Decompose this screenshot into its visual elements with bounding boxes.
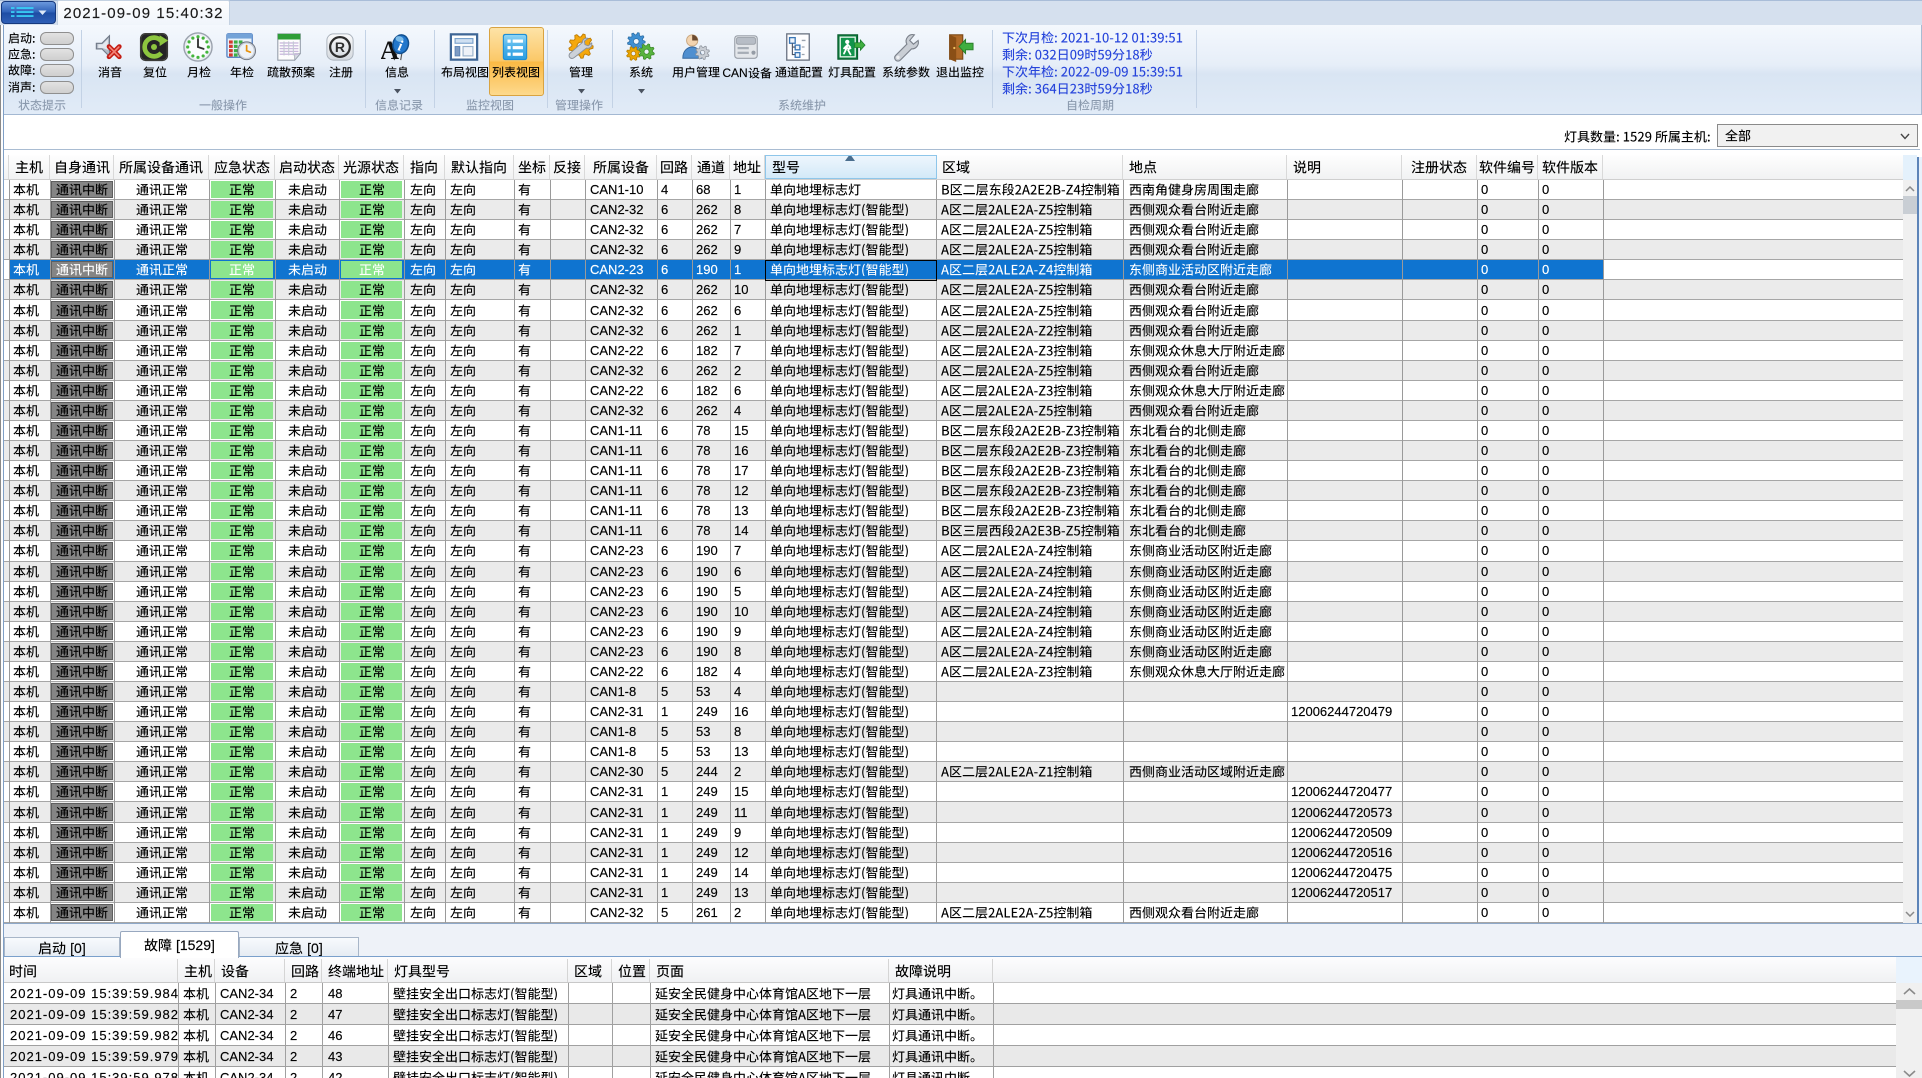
svg-text:R: R	[335, 39, 345, 55]
